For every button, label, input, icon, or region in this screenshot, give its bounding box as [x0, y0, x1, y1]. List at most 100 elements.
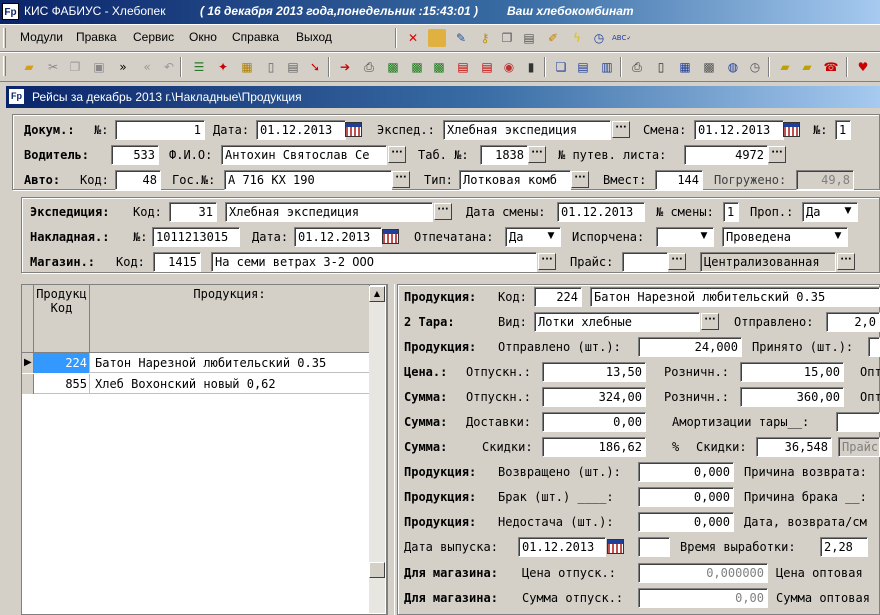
amort-field[interactable] [836, 412, 880, 432]
inv-num-field[interactable]: 1011213015 [152, 227, 240, 247]
copy-icon[interactable]: ❐ [498, 29, 516, 47]
window-tile-h-icon[interactable]: ▤ [574, 58, 592, 76]
back-icon[interactable]: « [138, 58, 156, 76]
gos-field[interactable]: А 716 КХ 190 [224, 170, 392, 190]
exp-lookup-button[interactable]: ··· [434, 203, 452, 220]
discount-field[interactable]: 186,62 [542, 437, 646, 457]
capacity-field[interactable]: 144 [655, 170, 703, 190]
prod-code-field[interactable]: 224 [534, 287, 582, 307]
clock-icon[interactable]: ◷ [590, 29, 608, 47]
release-sum-field[interactable]: 324,00 [542, 387, 646, 407]
paste-icon[interactable]: ▣ [90, 58, 108, 76]
shop-lookup-button[interactable]: ··· [538, 253, 556, 270]
window-cascade-icon[interactable]: ❏ [552, 58, 570, 76]
cut-icon[interactable]: ✂ [44, 58, 62, 76]
waybill-field[interactable]: 4972 [684, 145, 768, 165]
page-icon[interactable]: ▯ [652, 58, 670, 76]
driver-code-field[interactable]: 533 [111, 145, 159, 165]
scroll-up-icon[interactable]: ▲ [369, 286, 385, 302]
lightning-icon[interactable]: ϟ [568, 29, 586, 47]
heart-icon[interactable]: ♥ [854, 58, 872, 76]
key-icon[interactable]: ⚷ [476, 29, 494, 47]
calendar-icon[interactable] [783, 122, 800, 137]
menu-window[interactable]: Окно [189, 30, 217, 44]
pin-icon[interactable]: ✦ [214, 58, 232, 76]
dbf-icon[interactable]: ▤ [454, 58, 472, 76]
accepted-field[interactable] [868, 337, 880, 357]
briefcase-icon[interactable]: ▰ [776, 58, 794, 76]
calendar-icon[interactable] [607, 539, 624, 554]
menu-service[interactable]: Сервис [133, 30, 174, 44]
shop-name-field[interactable]: На семи ветрах 3-2 ООО [211, 252, 537, 272]
fio-field[interactable]: Антохин Святослав Се [221, 145, 387, 165]
list-icon[interactable]: ☰ [190, 58, 208, 76]
gos-lookup-button[interactable]: ··· [392, 171, 410, 188]
col-code-header[interactable]: Продукц Код [34, 285, 90, 353]
arrow-red-icon[interactable]: ➘ [306, 58, 324, 76]
retail-sum-field[interactable]: 360,00 [740, 387, 844, 407]
table-row[interactable]: 855 Хлеб Вохонский новый 0,62 [22, 374, 370, 394]
trip-date-field[interactable]: 01.12.2013 [256, 120, 346, 140]
export-icon[interactable]: ➔ [336, 58, 354, 76]
central-field[interactable]: Централизованная [700, 252, 836, 272]
edit-note-icon[interactable]: ✐ [544, 29, 562, 47]
shop-sum-field[interactable]: 0,00 [638, 588, 768, 608]
eraser-icon[interactable] [428, 29, 446, 47]
calendar-icon[interactable] [345, 122, 362, 137]
chevron-down-icon[interactable]: ▼ [696, 228, 712, 245]
new-doc-icon[interactable]: ▯ [262, 58, 280, 76]
table-row[interactable]: ▶ 224 Батон Нарезной любительский 0.35 [22, 353, 370, 373]
time-field[interactable]: 2,28 [820, 537, 868, 557]
release-date-field[interactable]: 01.12.2013 [518, 537, 606, 557]
shift-num-field[interactable]: 1 [835, 120, 851, 140]
discount-pct-field[interactable]: 36,548 [756, 437, 832, 457]
spellcheck-icon[interactable]: ABC✓ [612, 29, 630, 47]
returned-field[interactable]: 0,000 [638, 462, 734, 482]
retail-price-field[interactable]: 15,00 [740, 362, 844, 382]
kind-lookup-button[interactable]: ··· [701, 313, 719, 330]
calendar-icon[interactable] [382, 229, 399, 244]
splitter[interactable] [387, 284, 395, 615]
delivery-field[interactable]: 0,00 [542, 412, 646, 432]
phone-icon[interactable]: ☎ [822, 58, 840, 76]
tab-lookup-button[interactable]: ··· [528, 146, 546, 163]
briefcase2-icon[interactable]: ▰ [798, 58, 816, 76]
exp-name-field[interactable]: Хлебная экспедиция [225, 202, 433, 222]
window-tile-v-icon[interactable]: ▥ [598, 58, 616, 76]
qty-sent-field[interactable]: 24,000 [638, 337, 742, 357]
doc-num-field[interactable]: 1 [115, 120, 205, 140]
fio-lookup-button[interactable]: ··· [388, 146, 406, 163]
price-list-button[interactable]: Прайс [838, 437, 880, 457]
price-lookup-button[interactable]: ··· [668, 253, 686, 270]
forward-icon[interactable]: » [114, 58, 132, 76]
toolbar-grip[interactable] [3, 56, 6, 76]
menu-help[interactable]: Справка [232, 30, 279, 44]
notepad-icon[interactable]: ▤ [520, 29, 538, 47]
inv-shift-num-field[interactable]: 1 [723, 202, 739, 222]
edit-doc-icon[interactable]: ✎ [452, 29, 470, 47]
kind-field[interactable]: Лотки хлебные [534, 312, 700, 332]
auto-code-field[interactable]: 48 [115, 170, 161, 190]
waybill-lookup-button[interactable]: ··· [768, 146, 786, 163]
target-icon[interactable]: ◉ [500, 58, 518, 76]
prod-name-field[interactable]: Батон Нарезной любительский 0.35 [590, 287, 880, 307]
central-lookup-button[interactable]: ··· [837, 253, 855, 270]
scroll-thumb[interactable] [369, 562, 385, 578]
shortage-field[interactable]: 0,000 [638, 512, 734, 532]
grid-scrollbar[interactable]: ▲ [369, 286, 385, 613]
menu-grip[interactable] [3, 28, 6, 48]
chevron-down-icon[interactable]: ▼ [840, 203, 856, 220]
save-icon[interactable]: ▮ [522, 58, 540, 76]
undo-icon[interactable]: ↶ [160, 58, 178, 76]
exped-lookup-button[interactable]: ··· [612, 121, 630, 138]
exped-field[interactable]: Хлебная экспедиция [443, 120, 611, 140]
shop-code-field[interactable]: 1415 [153, 252, 201, 272]
col-name-header[interactable]: Продукция: [90, 285, 370, 353]
shop-price-field[interactable]: 0,000000 [638, 563, 768, 583]
calculator-icon[interactable]: ▩ [700, 58, 718, 76]
excel-icon[interactable]: ▩ [384, 58, 402, 76]
menu-exit[interactable]: Выход [296, 30, 332, 44]
excel2-icon[interactable]: ▩ [408, 58, 426, 76]
exp-code-field[interactable]: 31 [169, 202, 217, 222]
release-extra-field[interactable] [638, 537, 670, 557]
